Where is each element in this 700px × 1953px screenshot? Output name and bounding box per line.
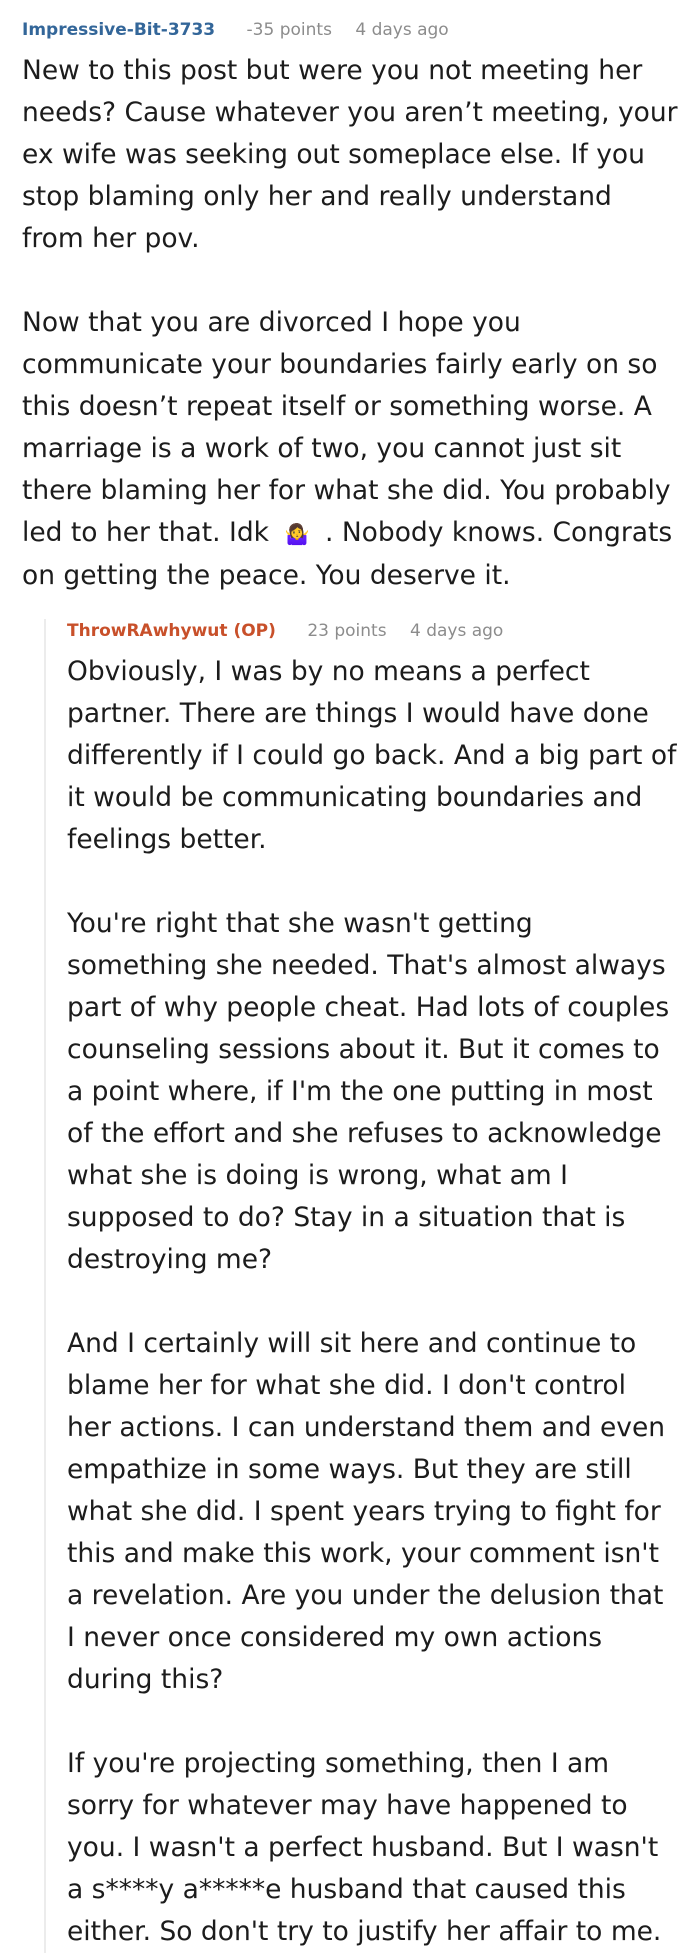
comment-timestamp: 4 days ago — [409, 621, 504, 641]
comment-paragraph: You're right that she wasn't getting som… — [67, 908, 670, 1275]
comment-author-link[interactable]: Impressive-Bit-3733 — [22, 20, 215, 40]
shrug-emoji-icon: 🤷‍♀️ — [284, 522, 310, 546]
comment-paragraph: Obviously, I was by no means a perfect p… — [67, 656, 677, 855]
comment-author-link[interactable]: ThrowRAwhywut (OP) — [67, 621, 276, 641]
comment-points: 23 points — [307, 621, 387, 641]
comment-meta: Impressive-Bit-3733 -35 points 4 days ag… — [22, 18, 678, 42]
comment-paragraph: If you're projecting something, then I a… — [67, 1748, 662, 1947]
parent-comment: Impressive-Bit-3733 -35 points 4 days ag… — [0, 0, 700, 1953]
comment-paragraph-text: Now that you are divorced I hope you com… — [22, 307, 671, 548]
comment-timestamp: 4 days ago — [355, 20, 449, 40]
comment-paragraph: And I certainly will sit here and contin… — [67, 1328, 666, 1695]
comment-paragraph: Now that you are divorced I hope you com… — [22, 302, 678, 597]
comment-points: -35 points — [246, 20, 332, 40]
comment-meta: ThrowRAwhywut (OP) 23 points 4 days ago — [67, 619, 678, 643]
comment-body: New to this post but were you not meetin… — [22, 50, 678, 597]
reply-comment: ThrowRAwhywut (OP) 23 points 4 days ago … — [44, 619, 678, 1953]
comment-body: Obviously, I was by no means a perfect p… — [67, 651, 678, 1953]
comment-paragraph: New to this post but were you not meetin… — [22, 55, 678, 254]
